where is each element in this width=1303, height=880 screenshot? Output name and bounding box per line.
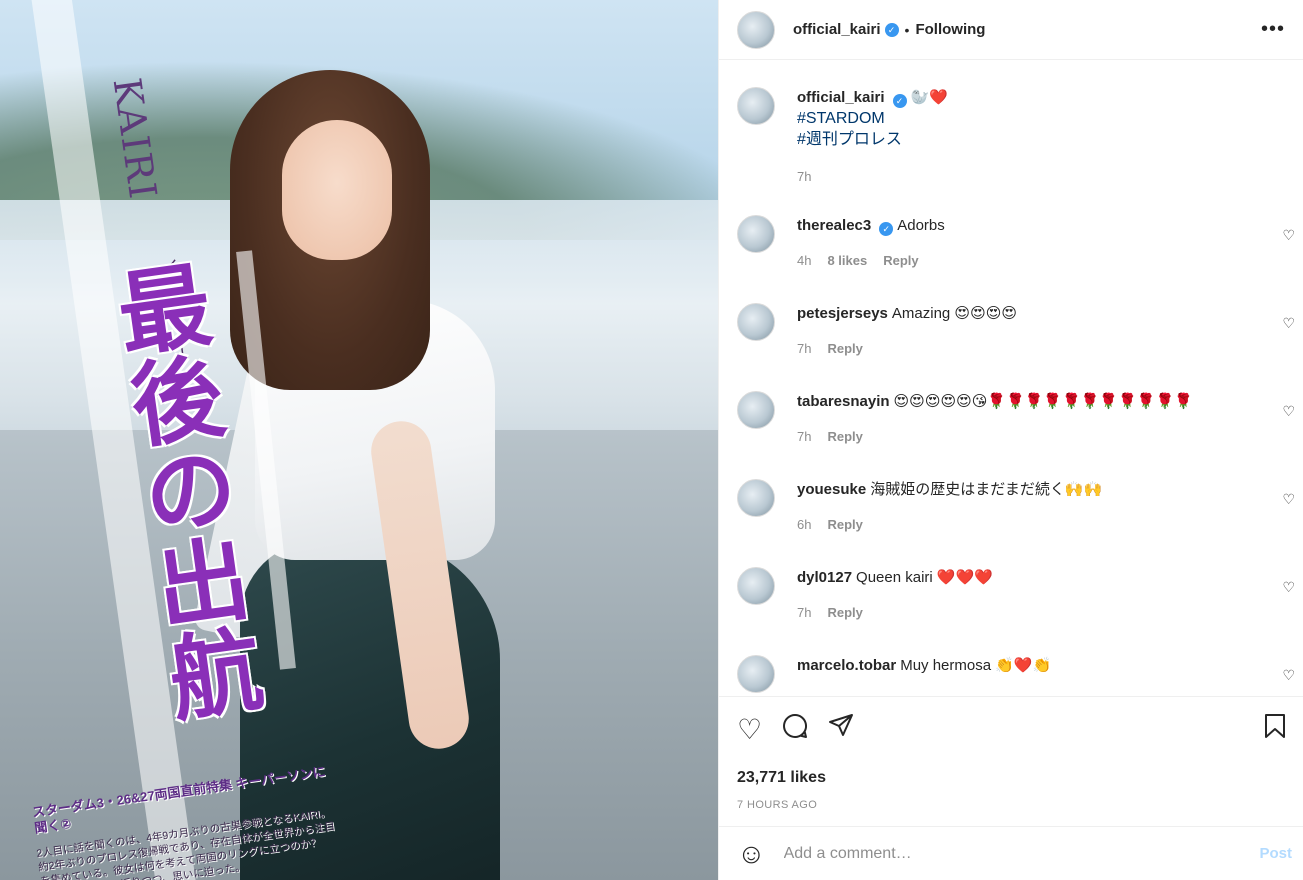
author-username[interactable]: official_kairi (793, 21, 881, 38)
post-side-panel: official_kairi ✓ • Following ••• officia… (718, 0, 1303, 880)
post-timestamp[interactable]: 7 HOURS AGO (737, 799, 1286, 811)
comment-item: tabaresnayin 😍😍😍😍😍😘🌹🌹🌹🌹🌹🌹🌹🌹🌹🌹🌹 7h Reply ♡ (737, 391, 1303, 444)
caption-time[interactable]: 7h (797, 169, 811, 184)
reply-button[interactable]: Reply (827, 429, 862, 444)
comment-like-icon[interactable]: ♡ (1282, 579, 1295, 596)
save-bookmark-icon[interactable] (1264, 713, 1286, 746)
comment-like-icon[interactable]: ♡ (1282, 403, 1295, 420)
post-viewer: KAIRI インタビュー 最後の出航 スターダム3・26&27両国直前特集 キー… (0, 0, 1303, 880)
comment-like-icon[interactable]: ♡ (1282, 315, 1295, 332)
commenter-avatar[interactable] (737, 567, 775, 605)
reply-button[interactable]: Reply (827, 605, 862, 620)
emoji-picker-icon[interactable]: ☺ (737, 838, 766, 870)
commenter-username[interactable]: tabaresnayin (797, 393, 890, 410)
comment-like-icon[interactable]: ♡ (1282, 667, 1295, 684)
comment-item: therealec3 ✓ Adorbs 4h 8 likes Reply ♡ (737, 215, 1303, 268)
comment-like-icon[interactable]: ♡ (1282, 227, 1295, 244)
more-options-icon[interactable]: ••• (1261, 18, 1285, 41)
commenter-avatar[interactable] (737, 215, 775, 253)
caption-author-avatar[interactable] (737, 87, 775, 125)
verified-badge-icon: ✓ (892, 94, 907, 108)
caption-emoji: 🦭❤️ (910, 89, 949, 106)
comment-likes[interactable]: 8 likes (827, 253, 867, 268)
photo-figure-face (282, 120, 392, 260)
author-avatar[interactable] (737, 10, 775, 49)
reply-button[interactable]: Reply (827, 341, 862, 356)
commenter-username[interactable]: therealec3 (797, 217, 871, 234)
following-button[interactable]: Following (915, 21, 985, 38)
post-caption: official_kairi ✓ 🦭❤️ #STARDOM #週刊プロレス 7h (737, 87, 1303, 184)
post-photo[interactable]: KAIRI インタビュー 最後の出航 スターダム3・26&27両国直前特集 キー… (0, 0, 718, 880)
reply-button[interactable]: Reply (883, 253, 918, 268)
caption-author-username[interactable]: official_kairi (797, 89, 885, 106)
commenter-avatar[interactable] (737, 655, 775, 693)
verified-badge-icon: ✓ (879, 222, 894, 236)
comment-time[interactable]: 7h (797, 341, 811, 356)
verified-badge-icon: ✓ (884, 22, 899, 37)
comment-icon[interactable] (782, 713, 808, 746)
comment-item: youesuke 海賊姫の歴史はまだまだ続く🙌🙌 6h Reply ♡ (737, 479, 1303, 532)
comment-time[interactable]: 7h (797, 605, 811, 620)
post-comment-button[interactable]: Post (1259, 845, 1292, 862)
comment-time[interactable]: 7h (797, 429, 811, 444)
hashtag-link[interactable]: #STARDOM (797, 108, 1263, 129)
commenter-username[interactable]: dyl0127 (797, 569, 852, 586)
comment-time[interactable]: 6h (797, 517, 811, 532)
commenter-avatar[interactable] (737, 303, 775, 341)
commenter-avatar[interactable] (737, 391, 775, 429)
comment-text: Queen kairi ❤️❤️❤️ (856, 569, 993, 586)
commenter-username[interactable]: marcelo.tobar (797, 657, 896, 674)
commenter-username[interactable]: youesuke (797, 481, 866, 498)
commenter-avatar[interactable] (737, 479, 775, 517)
commenter-username[interactable]: petesjerseys (797, 305, 888, 322)
add-comment-bar: ☺ Post (719, 826, 1303, 880)
comment-item: marcelo.tobar Muy hermosa 👏❤️👏 ♡ (737, 655, 1303, 693)
hashtag-link[interactable]: #週刊プロレス (797, 129, 1263, 150)
comment-time[interactable]: 4h (797, 253, 811, 268)
reply-button[interactable]: Reply (827, 517, 862, 532)
comment-text: Amazing 😍😍😍😍 (891, 305, 1017, 322)
post-actions: ♡ 23,771 likes 7 HOURS AGO (719, 696, 1303, 811)
comment-like-icon[interactable]: ♡ (1282, 491, 1295, 508)
comments-list[interactable]: official_kairi ✓ 🦭❤️ #STARDOM #週刊プロレス 7h … (719, 60, 1303, 696)
comment-text: 😍😍😍😍😍😘🌹🌹🌹🌹🌹🌹🌹🌹🌹🌹🌹 (893, 393, 1193, 410)
post-header: official_kairi ✓ • Following ••• (719, 0, 1303, 60)
share-icon[interactable] (828, 713, 854, 746)
comment-text: Adorbs (897, 217, 945, 234)
comment-item: dyl0127 Queen kairi ❤️❤️❤️ 7h Reply ♡ (737, 567, 1303, 620)
separator-dot: • (904, 21, 910, 38)
likes-count[interactable]: 23,771 likes (737, 769, 1286, 787)
comment-text: 海賊姫の歴史はまだまだ続く🙌🙌 (870, 481, 1103, 498)
comment-item: petesjerseys Amazing 😍😍😍😍 7h Reply ♡ (737, 303, 1303, 356)
comment-input[interactable] (783, 844, 1260, 863)
like-icon[interactable]: ♡ (737, 713, 762, 746)
comment-text: Muy hermosa 👏❤️👏 (900, 657, 1052, 674)
